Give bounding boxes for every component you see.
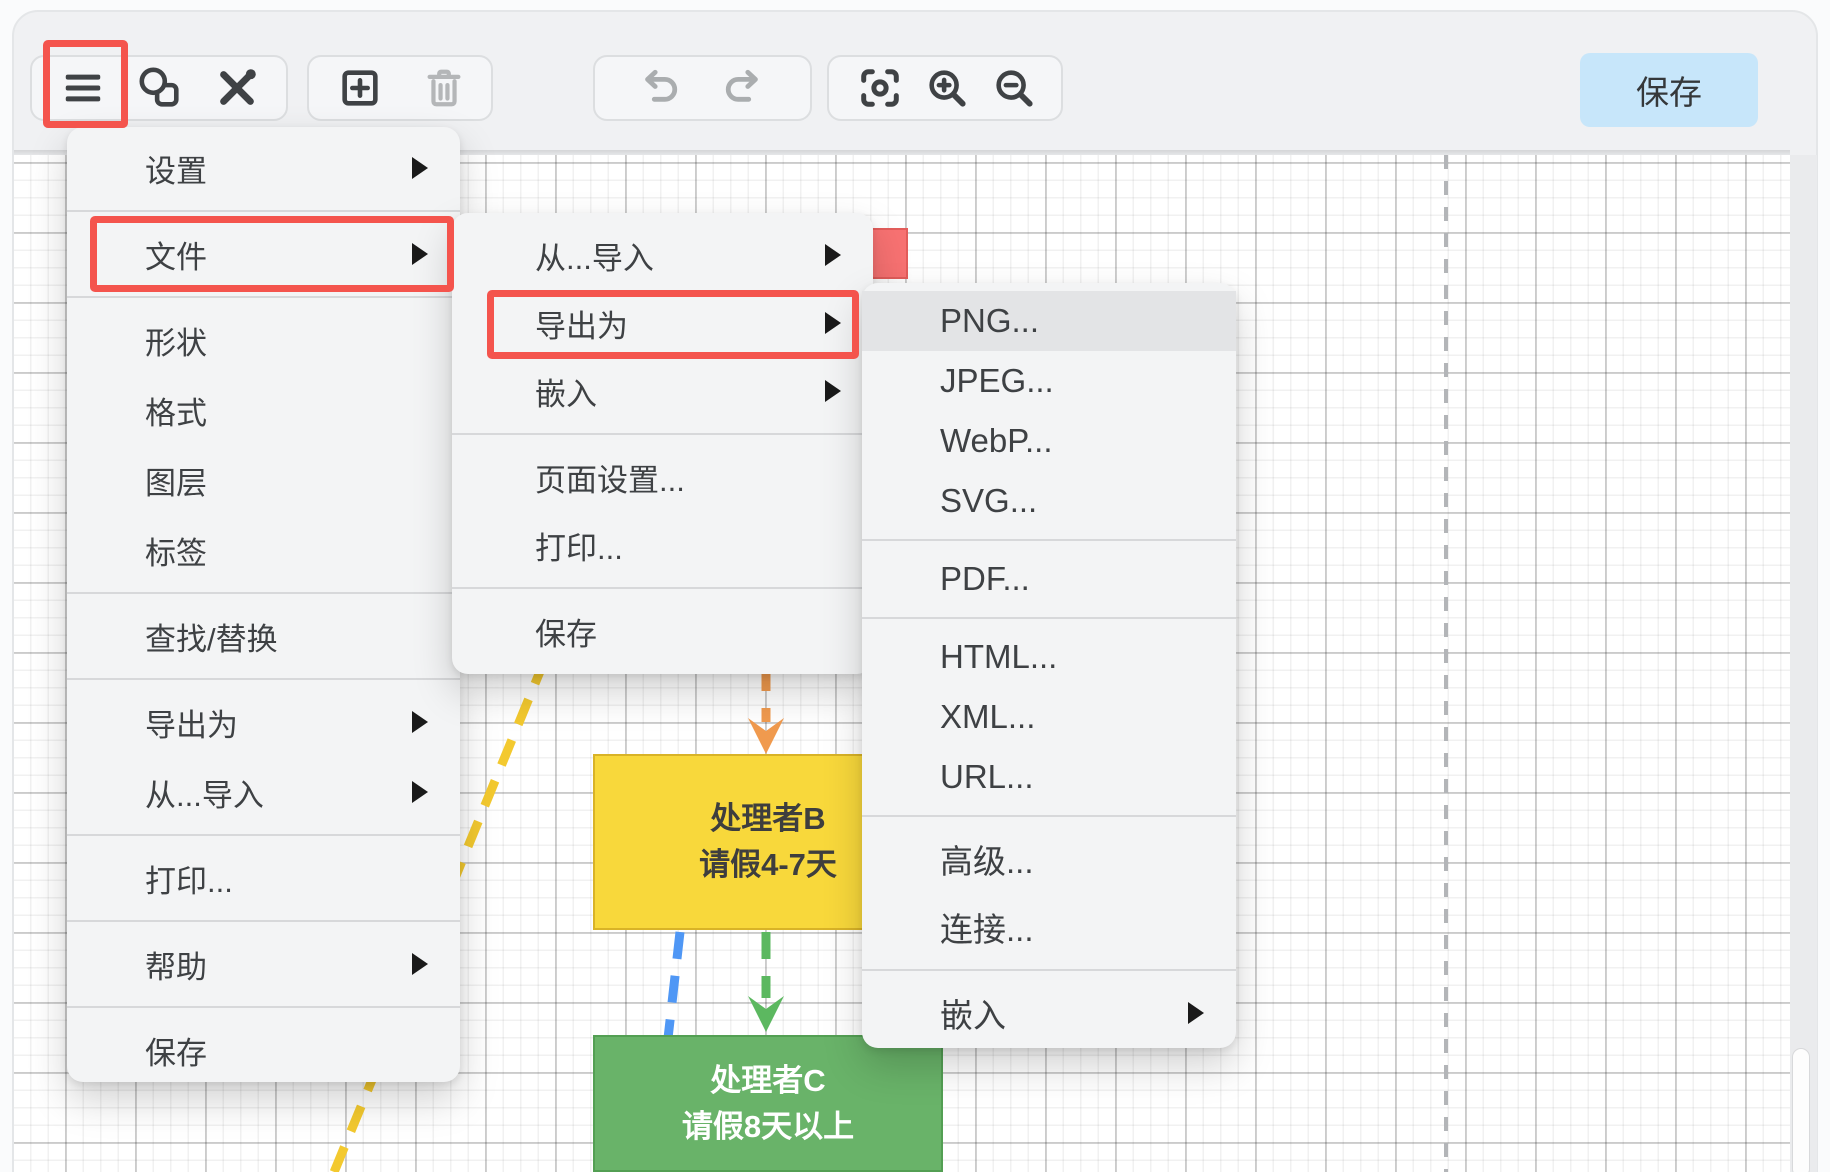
menu-item-html[interactable]: HTML... [862, 627, 1236, 687]
menu-divider [67, 920, 460, 922]
node-processor-c[interactable]: 处理者C 请假8天以上 [593, 1035, 943, 1172]
submenu-arrow-icon [412, 781, 428, 803]
menu-divider [862, 815, 1236, 817]
submenu-arrow-icon [412, 711, 428, 733]
zoom-in-icon [924, 65, 970, 111]
menu-divider [67, 296, 460, 298]
submenu-arrow-icon [412, 953, 428, 975]
shapes-icon [137, 65, 183, 111]
vertical-scrollbar[interactable] [1792, 1048, 1810, 1172]
menu-divider [862, 617, 1236, 619]
zoom-out-button[interactable] [987, 61, 1041, 115]
menu-item-page-setup[interactable]: 页面设置... [452, 443, 873, 511]
page-boundary-dashed-line [1444, 155, 1448, 1172]
menu-divider [452, 587, 873, 589]
app-window: 处理者B 请假4-7天 处理者C 请假8天以上 [0, 0, 1830, 1172]
redo-icon [720, 65, 766, 111]
menu-item-url[interactable]: URL... [862, 747, 1236, 807]
delete-button[interactable] [417, 61, 471, 115]
menu-item-save[interactable]: 保存 [67, 1015, 460, 1085]
canvas-right-gutter [1790, 155, 1817, 1172]
submenu-arrow-icon [825, 380, 841, 402]
menu-divider [862, 539, 1236, 541]
trash-icon [421, 65, 467, 111]
menu-divider [67, 210, 460, 212]
menu-item-shapes[interactable]: 形状 [67, 305, 460, 375]
menu-item-find-replace[interactable]: 查找/替换 [67, 601, 460, 671]
submenu-arrow-icon [825, 244, 841, 266]
menu-item-print[interactable]: 打印... [452, 511, 873, 579]
menu-divider [67, 678, 460, 680]
menu-item-link[interactable]: 连接... [862, 893, 1236, 961]
zoom-fit-icon [857, 65, 903, 111]
menu-item-format[interactable]: 格式 [67, 375, 460, 445]
highlight-box-export-item [487, 290, 859, 359]
save-button-label: 保存 [1636, 66, 1702, 114]
node-label: 处理者C [710, 1058, 825, 1104]
highlight-box-menu-button [43, 40, 128, 128]
edit-style-icon [214, 65, 260, 111]
submenu-arrow-icon [1188, 1002, 1204, 1024]
undo-icon [637, 65, 683, 111]
menu-item-layers[interactable]: 图层 [67, 445, 460, 515]
menu-item-xml[interactable]: XML... [862, 687, 1236, 747]
redo-button[interactable] [716, 61, 770, 115]
add-icon [337, 65, 383, 111]
menu-item-embed[interactable]: 嵌入 [862, 979, 1236, 1047]
menu-item-export-as[interactable]: 导出为 [67, 687, 460, 757]
highlight-box-file-item [90, 216, 454, 292]
undo-button[interactable] [633, 61, 687, 115]
node-label: 请假4-7天 [699, 842, 837, 888]
save-button[interactable]: 保存 [1580, 53, 1758, 127]
menu-item-import-from[interactable]: 从...导入 [67, 757, 460, 827]
edit-style-button[interactable] [210, 61, 264, 115]
menu-item-tags[interactable]: 标签 [67, 515, 460, 585]
node-label: 处理者B [710, 796, 825, 842]
menu-divider [452, 433, 873, 435]
menu-item-embed[interactable]: 嵌入 [452, 357, 873, 425]
menu-item-pdf[interactable]: PDF... [862, 549, 1236, 609]
menu-item-png[interactable]: PNG... [862, 291, 1236, 351]
menu-item-advanced[interactable]: 高级... [862, 825, 1236, 893]
menu-divider [67, 834, 460, 836]
menu-item-help[interactable]: 帮助 [67, 929, 460, 999]
file-submenu: 从...导入 导出为 嵌入 页面设置... 打印... 保存 [452, 213, 873, 674]
zoom-out-icon [991, 65, 1037, 111]
export-submenu: PNG... JPEG... WebP... SVG... PDF... HTM… [862, 283, 1236, 1048]
menu-divider [67, 1006, 460, 1008]
shapes-button[interactable] [133, 61, 187, 115]
zoom-in-button[interactable] [920, 61, 974, 115]
menu-item-webp[interactable]: WebP... [862, 411, 1236, 471]
zoom-fit-button[interactable] [853, 61, 907, 115]
menu-divider [862, 969, 1236, 971]
menu-divider [67, 592, 460, 594]
node-label: 请假8天以上 [682, 1104, 854, 1150]
menu-item-jpeg[interactable]: JPEG... [862, 351, 1236, 411]
submenu-arrow-icon [412, 157, 428, 179]
menu-item-import-from[interactable]: 从...导入 [452, 221, 873, 289]
menu-item-svg[interactable]: SVG... [862, 471, 1236, 531]
toolbar-group-history [593, 55, 812, 121]
menu-item-settings[interactable]: 设置 [67, 133, 460, 203]
add-button[interactable] [333, 61, 387, 115]
menu-item-print[interactable]: 打印... [67, 843, 460, 913]
menu-item-save[interactable]: 保存 [452, 597, 873, 665]
